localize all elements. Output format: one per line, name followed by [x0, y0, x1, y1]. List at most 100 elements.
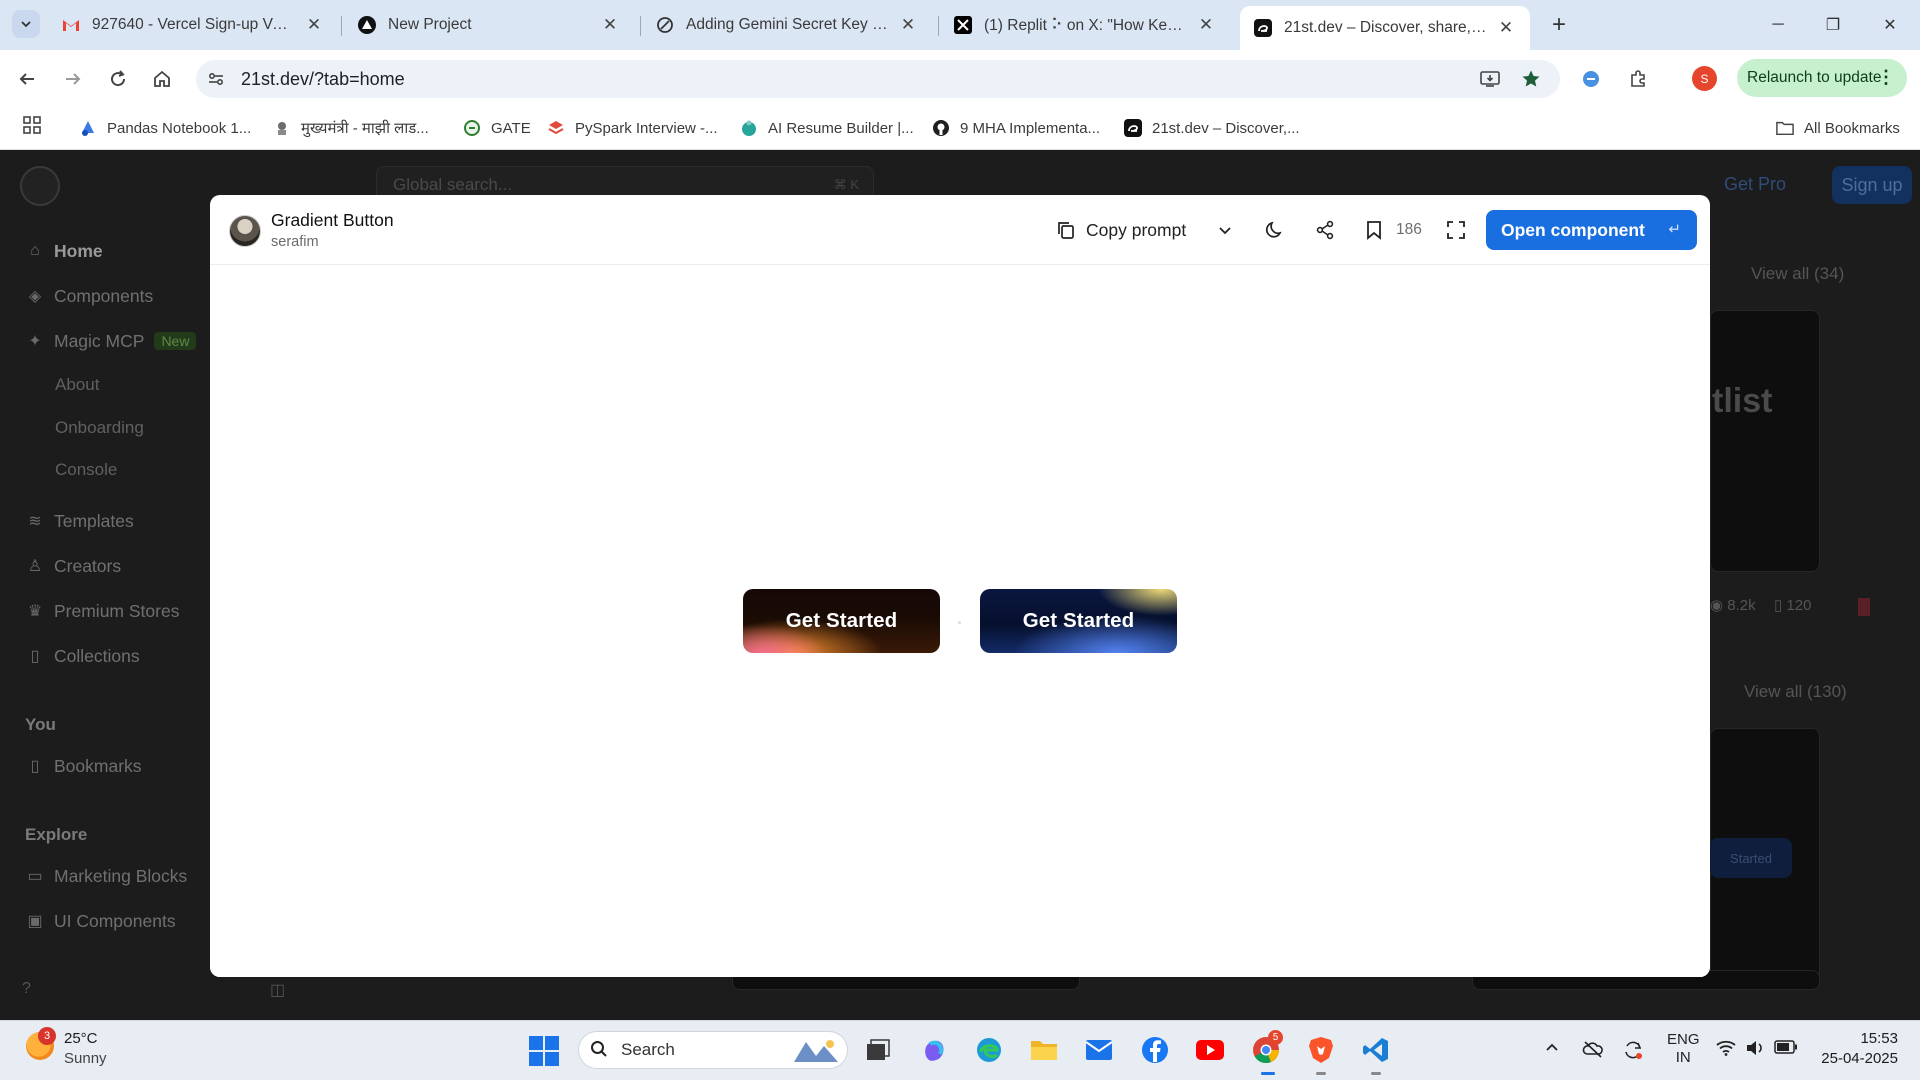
component-card-preview[interactable]: [1710, 310, 1820, 572]
sign-up-button[interactable]: Sign up: [1832, 166, 1912, 204]
copy-options-dropdown[interactable]: [1213, 215, 1237, 245]
battery-icon[interactable]: [1774, 1040, 1798, 1058]
sidebar-subitem-onboarding[interactable]: Onboarding: [55, 418, 144, 438]
reload-button[interactable]: [103, 64, 133, 94]
wifi-icon[interactable]: [1716, 1040, 1736, 1060]
bookmark-gate[interactable]: GATE: [463, 115, 531, 141]
theme-toggle-button[interactable]: [1263, 215, 1287, 245]
vscode-icon[interactable]: [1360, 1034, 1392, 1066]
install-app-icon[interactable]: [1477, 66, 1503, 92]
open-component-button[interactable]: Open component ↵: [1486, 210, 1697, 250]
sidebar-item-templates[interactable]: ≋ Templates: [24, 508, 133, 534]
maximize-button[interactable]: ❐: [1805, 0, 1861, 50]
sync-icon[interactable]: [1622, 1040, 1644, 1064]
onedrive-icon[interactable]: [1582, 1040, 1604, 1062]
bookmark-cm[interactable]: मुख्यमंत्री - माझी लाड...: [273, 115, 429, 141]
more-vert-icon[interactable]: ⋮: [1877, 67, 1895, 88]
tab-vercel[interactable]: New Project ✕: [344, 6, 634, 44]
new-tab-button[interactable]: +: [1544, 10, 1574, 40]
weather-condition[interactable]: Sunny: [64, 1050, 107, 1067]
home-button[interactable]: [147, 64, 177, 94]
temperature[interactable]: 25°C: [64, 1030, 98, 1047]
system-clock[interactable]: 15:53 25-04-2025: [1818, 1030, 1898, 1067]
sidebar-item-creators[interactable]: ♙ Creators: [24, 553, 121, 579]
moon-icon: [1263, 218, 1287, 242]
tab-search-button[interactable]: [12, 10, 40, 38]
sidebar-item-label: Home: [54, 240, 103, 261]
sidebar-toggle-icon[interactable]: ◫: [270, 980, 285, 1000]
sidebar-heading-explore: Explore: [25, 825, 88, 844]
share-button[interactable]: [1313, 215, 1337, 245]
star-icon[interactable]: [1518, 66, 1544, 92]
bookmark-resume[interactable]: AI Resume Builder |...: [740, 115, 914, 141]
chevron-down-icon: [21, 21, 31, 28]
all-bookmarks[interactable]: All Bookmarks: [1776, 115, 1900, 141]
component-author[interactable]: serafim: [271, 234, 319, 250]
url-text[interactable]: 21st.dev/?tab=home: [241, 69, 405, 90]
sidebar-item-collections[interactable]: ▯ Collections: [24, 643, 140, 669]
sidebar-subitem-console[interactable]: Console: [55, 460, 117, 480]
copilot-icon[interactable]: [918, 1034, 950, 1066]
close-icon[interactable]: ✕: [600, 15, 620, 35]
puzzle-icon[interactable]: [1625, 66, 1651, 92]
copy-prompt-button[interactable]: Copy prompt: [1054, 215, 1186, 245]
bookmark-label: 9 MHA Implementa...: [960, 119, 1101, 137]
site-info-icon[interactable]: [206, 69, 226, 89]
view-all-link[interactable]: View all (34): [1751, 264, 1844, 284]
windows-start-icon[interactable]: [529, 1036, 559, 1066]
tab-21st[interactable]: 21st.dev – Discover, share, and ✕: [1240, 6, 1530, 50]
brave-icon[interactable]: [1305, 1034, 1337, 1066]
avatar[interactable]: [229, 215, 261, 247]
gradient-button-cool[interactable]: Get Started: [980, 589, 1177, 653]
sidebar-item-home[interactable]: ⌂ Home: [24, 238, 103, 264]
extension-icon[interactable]: [1578, 66, 1604, 92]
youtube-icon[interactable]: [1194, 1034, 1226, 1066]
help-icon[interactable]: ?: [22, 980, 31, 998]
apps-grid-icon[interactable]: [22, 115, 44, 137]
mail-icon[interactable]: [1083, 1034, 1115, 1066]
chevron-up-icon[interactable]: [1544, 1040, 1560, 1060]
close-icon[interactable]: ✕: [304, 15, 324, 35]
volume-icon[interactable]: [1745, 1040, 1765, 1060]
close-icon[interactable]: ✕: [898, 15, 918, 35]
profile-avatar[interactable]: S: [1692, 66, 1717, 91]
site-logo[interactable]: [20, 166, 60, 206]
back-button[interactable]: [12, 64, 42, 94]
tab-openai[interactable]: Adding Gemini Secret Key in Re ✕: [642, 6, 932, 44]
taskbar-search-label: Search: [621, 1040, 675, 1059]
forward-button[interactable]: [58, 64, 88, 94]
sidebar-item-premium-stores[interactable]: ♛ Premium Stores: [24, 598, 180, 624]
bookmark-21st[interactable]: 21st.dev – Discover,...: [1124, 115, 1300, 141]
get-pro-link[interactable]: Get Pro: [1724, 174, 1786, 195]
tab-x[interactable]: (1) Replit ⠕ on X: "How Kevin m ✕: [940, 6, 1230, 44]
gradient-button-warm[interactable]: Get Started: [743, 589, 940, 653]
github-icon: [932, 119, 950, 137]
bookmark-pyspark[interactable]: PySpark Interview -...: [547, 115, 718, 141]
sidebar-item-components[interactable]: ◈ Components: [24, 283, 153, 309]
view-all-link[interactable]: View all (130): [1744, 682, 1847, 702]
component-title: Gradient Button: [271, 210, 394, 230]
task-view-icon[interactable]: [862, 1034, 894, 1066]
bookmark-label: मुख्यमंत्री - माझी लाड...: [301, 120, 429, 137]
saves-value: 120: [1786, 597, 1812, 614]
tab-gmail[interactable]: 927640 - Vercel Sign-up Verifica ✕: [48, 6, 338, 44]
sidebar-item-marketing-blocks[interactable]: ▭ Marketing Blocks: [24, 863, 187, 889]
facebook-icon[interactable]: [1139, 1034, 1171, 1066]
close-window-button[interactable]: ✕: [1862, 0, 1918, 50]
open-component-label: Open component: [1501, 219, 1645, 240]
file-explorer-icon[interactable]: [1028, 1034, 1060, 1066]
close-icon[interactable]: ✕: [1496, 18, 1516, 38]
bookmark-pandas[interactable]: Pandas Notebook 1...: [79, 115, 251, 141]
language-indicator[interactable]: ENG IN: [1667, 1031, 1700, 1067]
bookmark-button[interactable]: 186: [1362, 215, 1422, 245]
relaunch-button[interactable]: Relaunch to update ⋮: [1737, 59, 1907, 97]
sidebar-item-bookmarks[interactable]: ▯ Bookmarks: [24, 753, 142, 779]
edge-icon[interactable]: [973, 1034, 1005, 1066]
minimize-button[interactable]: ─: [1750, 0, 1806, 50]
bookmark-github[interactable]: 9 MHA Implementa...: [932, 115, 1100, 141]
close-icon[interactable]: ✕: [1196, 15, 1216, 35]
fullscreen-button[interactable]: [1444, 215, 1468, 245]
sidebar-subitem-about[interactable]: About: [55, 375, 99, 395]
sidebar-item-ui-components[interactable]: ▣ UI Components: [24, 908, 175, 934]
sidebar-item-magic-mcp[interactable]: ✦ Magic MCP New: [24, 328, 197, 354]
